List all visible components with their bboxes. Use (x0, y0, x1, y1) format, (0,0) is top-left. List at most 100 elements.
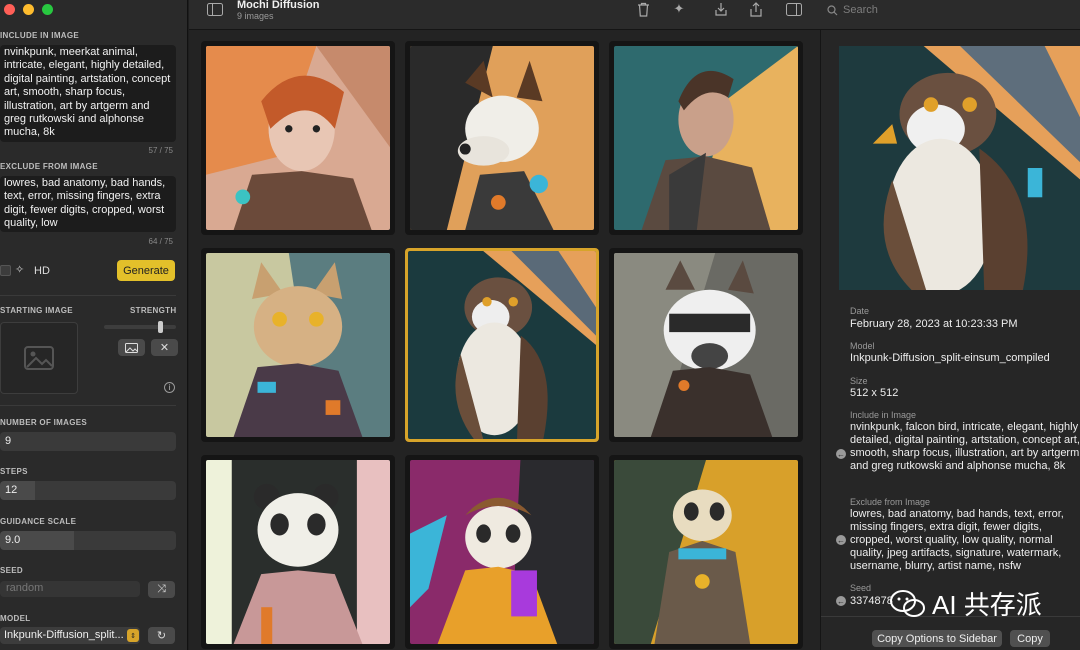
sidebar-toggle-button[interactable] (206, 0, 224, 18)
man-portrait-image (614, 46, 798, 230)
dog-portrait-image (410, 46, 594, 230)
steps-value: 12 (5, 484, 18, 496)
steps-label: STEPS (0, 467, 28, 476)
date-label: Date (850, 306, 870, 316)
gallery-item-ferret[interactable] (405, 455, 599, 649)
window-controls (4, 4, 53, 15)
seed-label: SEED (0, 566, 23, 575)
arrow-left-icon: ← (837, 596, 845, 606)
wechat-icon (890, 589, 925, 617)
falcon-preview-image (839, 46, 1080, 290)
ferret-portrait-image (410, 460, 594, 644)
model-select[interactable]: Inkpunk-Diffusion_split... (0, 627, 140, 644)
shuffle-icon: ⤨ (157, 583, 166, 595)
seed-label: Seed (850, 583, 872, 593)
starting-image-label: STARTING IMAGE (0, 306, 73, 315)
gallery-item-meerkat[interactable] (609, 455, 803, 649)
copy-include-button[interactable]: ← (836, 449, 846, 459)
reload-icon: ↻ (156, 630, 167, 642)
watermark-text: AI 共存派 (932, 590, 1042, 620)
window-subtitle: 9 images (237, 11, 274, 21)
strength-label: STRENGTH (130, 306, 177, 315)
gallery-item-panda[interactable] (201, 455, 395, 649)
search-icon (827, 4, 838, 15)
gallery-item-woman[interactable] (201, 41, 395, 235)
include-prompt-input[interactable]: nvinkpunk, meerkat animal, intricate, el… (0, 45, 176, 142)
include-value: nvinkpunk, falcon bird, intricate, elega… (850, 421, 1080, 472)
exclude-label: Exclude from Image (850, 497, 931, 507)
sidebar-icon (207, 2, 223, 16)
meerkat-portrait-image (614, 460, 798, 644)
app-window: INCLUDE IN IMAGE nvinkpunk, meerkat anim… (0, 0, 1080, 650)
shuffle-seed-button[interactable]: ⤨ (148, 581, 175, 598)
upscale-button[interactable]: ✦ (670, 0, 688, 18)
search-placeholder: Search (843, 4, 878, 16)
divider (0, 295, 176, 296)
raccoon-portrait-image (614, 253, 798, 437)
copy-button[interactable]: Copy (1010, 630, 1050, 647)
copy-options-to-sidebar-button[interactable]: Copy Options to Sidebar (872, 630, 1002, 647)
delete-button[interactable] (634, 0, 652, 18)
inspector-icon (786, 2, 802, 16)
woman-portrait-image (206, 46, 390, 230)
clear-image-button[interactable]: ✕ (151, 339, 178, 356)
gallery-item-raccoon[interactable] (609, 248, 803, 442)
model-label: Model (850, 341, 875, 351)
gallery-item-cat[interactable] (201, 248, 395, 442)
falcon-portrait-image (408, 251, 596, 439)
share-icon (750, 1, 762, 17)
window-title: Mochi Diffusion (237, 0, 320, 11)
exclude-prompt-input[interactable]: lowres, bad anatomy, bad hands, text, er… (0, 176, 176, 232)
include-char-count: 57 / 75 (148, 146, 173, 155)
toolbar: Mochi Diffusion 9 images ✦ Search (189, 0, 1080, 30)
strength-slider[interactable] (104, 321, 176, 333)
trash-icon (637, 2, 649, 17)
arrow-left-icon: ← (837, 535, 845, 545)
guidance-value: 9.0 (5, 534, 21, 546)
strength-slider-knob[interactable] (158, 321, 164, 333)
divider (0, 405, 176, 406)
minimize-window-button[interactable] (23, 4, 34, 15)
gallery-item-man[interactable] (609, 41, 803, 235)
sparkle-icon: ✧ (15, 264, 25, 276)
reload-models-button[interactable]: ↻ (148, 627, 175, 644)
selected-image-preview (839, 46, 1080, 290)
share-button[interactable] (747, 0, 765, 18)
magic-wand-icon: ✦ (673, 1, 685, 16)
image-gallery (189, 30, 820, 650)
size-value: 512 x 512 (850, 387, 899, 399)
exclude-char-count: 64 / 75 (148, 237, 173, 246)
include-label: Include in Image (850, 410, 917, 420)
exclude-value: lowres, bad anatomy, bad hands, text, er… (850, 508, 1064, 572)
model-value: Inkpunk-Diffusion_split-einsum_compiled (850, 352, 1050, 364)
starting-image-drop[interactable] (0, 322, 78, 394)
copy-seed-button[interactable]: ← (836, 596, 846, 606)
inspector-panel: Date February 28, 2023 at 10:23:33 PM Mo… (820, 30, 1080, 650)
generate-button[interactable]: Generate (117, 260, 175, 281)
search-field[interactable]: Search (819, 0, 1080, 20)
inspector-toggle-button[interactable] (785, 0, 803, 18)
num-images-field[interactable]: 9 (0, 432, 176, 451)
info-icon[interactable]: i (164, 382, 175, 393)
close-icon: ✕ (159, 342, 170, 354)
chevron-updown-icon[interactable]: ⇕ (127, 629, 139, 642)
choose-image-button[interactable] (118, 339, 145, 356)
watermark: AI 共存派 (890, 585, 1042, 622)
gallery-item-dog[interactable] (405, 41, 599, 235)
seed-input[interactable]: random (0, 581, 140, 597)
model-label: MODEL (0, 614, 31, 623)
guidance-slider[interactable]: 9.0 (0, 531, 176, 550)
zoom-window-button[interactable] (42, 4, 53, 15)
copy-exclude-button[interactable]: ← (836, 535, 846, 545)
num-images-label: NUMBER OF IMAGES (0, 418, 88, 427)
date-value: February 28, 2023 at 10:23:33 PM (850, 318, 1018, 330)
image-placeholder-icon (24, 346, 54, 370)
hd-checkbox[interactable] (0, 265, 11, 276)
save-button[interactable] (712, 0, 730, 18)
close-window-button[interactable] (4, 4, 15, 15)
photo-icon (125, 342, 138, 353)
download-icon (715, 2, 727, 16)
model-select-value: Inkpunk-Diffusion_split... (4, 629, 124, 641)
gallery-item-falcon[interactable] (405, 248, 599, 442)
steps-slider[interactable]: 12 (0, 481, 176, 500)
